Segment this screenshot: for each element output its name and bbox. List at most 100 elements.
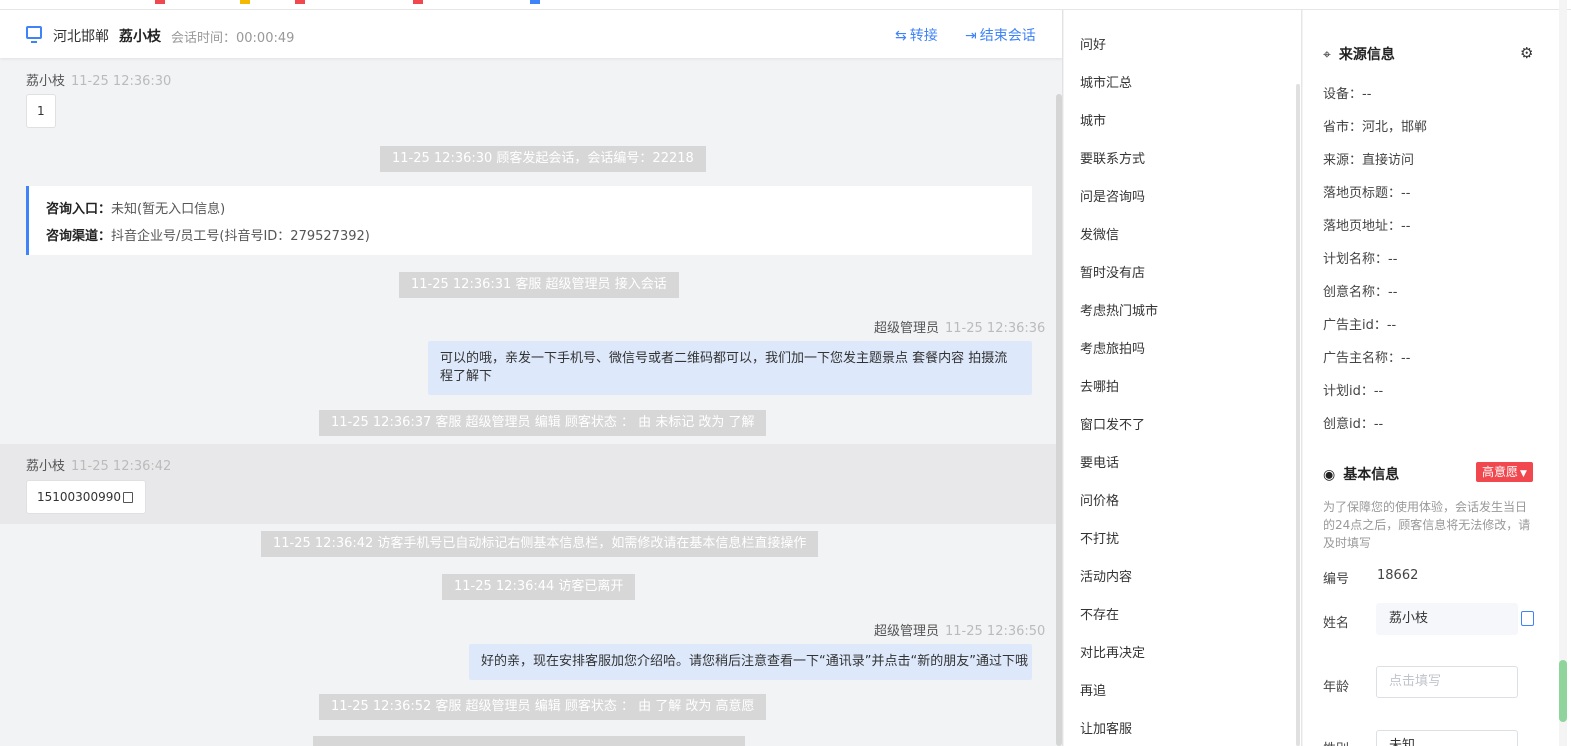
incoming-message: 1 bbox=[26, 94, 56, 128]
monitor-icon bbox=[26, 26, 42, 43]
name-input[interactable]: 荔小枝 bbox=[1376, 603, 1518, 635]
system-message: 11-25 12:36:31 客服 超级管理员 接入会话 bbox=[399, 272, 679, 298]
user-circle-icon: ◉ bbox=[1323, 467, 1336, 483]
entry-label: 咨询入口： bbox=[46, 202, 112, 217]
sender-name: 荔小枝 bbox=[26, 74, 66, 89]
name-label: 姓名 bbox=[1323, 616, 1350, 631]
quick-reply-item[interactable]: 再追 bbox=[1080, 680, 1106, 699]
message-meta: 超级管理员 11-25 12:36:36 bbox=[874, 317, 1045, 336]
message-meta: 荔小枝 11-25 12:36:42 bbox=[26, 455, 171, 474]
source-info-row: 设备：-- bbox=[1323, 87, 1372, 102]
tab-marker-icon bbox=[295, 0, 305, 4]
location-pin-icon: ⌖ bbox=[1323, 47, 1331, 63]
chat-panel: 河北邯郸 荔小枝 会话时间：00:00:49 ⇆ 转接 ⇥ 结束会话 荔小枝 11-2… bbox=[0, 10, 1063, 746]
source-info-row: 计划名称：-- bbox=[1323, 252, 1398, 267]
message-time: 11-25 12:36:42 bbox=[71, 459, 172, 474]
customer-name: 荔小枝 bbox=[119, 29, 161, 45]
system-message: 11-25 12:36:44 访客已离开 bbox=[442, 574, 636, 600]
phone-number: 15100300990 bbox=[37, 490, 121, 504]
message-time: 11-25 12:36:50 bbox=[945, 624, 1046, 639]
app-root: 河北邯郸 荔小枝 会话时间：00:00:49 ⇆ 转接 ⇥ 结束会话 荔小枝 11-2… bbox=[0, 0, 1571, 746]
channel-row: 咨询渠道：抖音企业号/员工号(抖音号ID：279527392) bbox=[46, 225, 370, 244]
gender-select[interactable]: 未知 bbox=[1376, 730, 1518, 746]
message-meta: 超级管理员 11-25 12:36:50 bbox=[874, 620, 1045, 639]
tab-marker-icon bbox=[413, 0, 423, 4]
age-input[interactable]: 点击填写 bbox=[1376, 666, 1518, 698]
basic-info-label: 基本信息 bbox=[1343, 467, 1400, 483]
settings-icon[interactable]: ⚙ bbox=[1520, 44, 1533, 62]
message-meta: 荔小枝 11-25 12:36:30 bbox=[26, 70, 171, 89]
entry-info-card: 咨询入口：未知(暂无入口信息) 咨询渠道：抖音企业号/员工号(抖音号ID：279… bbox=[26, 186, 1032, 255]
quick-reply-item[interactable]: 问是咨询吗 bbox=[1080, 186, 1145, 205]
intent-dropdown[interactable]: 高意愿 ▼ bbox=[1476, 462, 1533, 482]
system-message: 11-25 12:36:30 顾客发起会话，会话编号：22218 bbox=[380, 146, 706, 172]
copy-icon[interactable] bbox=[1521, 611, 1534, 626]
sender-name: 荔小枝 bbox=[26, 459, 66, 474]
exit-icon: ⇥ bbox=[965, 28, 977, 44]
caret-down-icon: ▼ bbox=[1520, 469, 1527, 479]
quick-reply-item[interactable]: 问好 bbox=[1080, 34, 1106, 53]
quick-reply-item[interactable]: 活动内容 bbox=[1080, 566, 1132, 585]
quick-reply-item[interactable]: 要电话 bbox=[1080, 452, 1119, 471]
source-info-row: 广告主id：-- bbox=[1323, 318, 1397, 333]
quick-reply-item[interactable]: 要联系方式 bbox=[1080, 148, 1145, 167]
quick-reply-scrollbar[interactable] bbox=[1296, 84, 1300, 746]
id-label: 编号 bbox=[1323, 572, 1350, 587]
quick-reply-item[interactable]: 暂时没有店 bbox=[1080, 262, 1145, 281]
quick-reply-item[interactable]: 让加客服 bbox=[1080, 718, 1132, 737]
chat-header: 河北邯郸 荔小枝 会话时间：00:00:49 ⇆ 转接 ⇥ 结束会话 bbox=[0, 10, 1062, 58]
info-scroll-track bbox=[1559, 0, 1567, 746]
source-info-row: 创意名称：-- bbox=[1323, 285, 1398, 300]
quick-reply-item[interactable]: 不打扰 bbox=[1080, 528, 1119, 547]
quick-reply-item[interactable]: 考虑旅拍吗 bbox=[1080, 338, 1145, 357]
end-session-label: 结束会话 bbox=[979, 28, 1036, 44]
quick-reply-item[interactable]: 问价格 bbox=[1080, 490, 1119, 509]
info-scrollbar[interactable] bbox=[1559, 660, 1567, 722]
system-message: 11-25 12:36:52 客服 超级管理员 编辑 顾客状态 ： 由 了解 改… bbox=[319, 694, 767, 720]
source-info-row: 广告主名称：-- bbox=[1323, 351, 1411, 366]
id-value: 18662 bbox=[1377, 568, 1419, 583]
customer-info-panel: ⌖ 来源信息 ⚙ 设备：-- 省市：河北，邯郸 来源：直接访问 落地页标题：-- 落地页地… bbox=[1303, 10, 1571, 746]
source-info-label: 来源信息 bbox=[1338, 47, 1395, 63]
quick-reply-item[interactable]: 不存在 bbox=[1080, 604, 1119, 623]
top-strip bbox=[0, 0, 1571, 10]
quick-reply-item[interactable]: 城市汇总 bbox=[1080, 72, 1132, 91]
tab-marker-icon bbox=[240, 0, 250, 4]
name-value: 荔小枝 bbox=[1389, 611, 1429, 626]
sender-name: 超级管理员 bbox=[874, 321, 940, 336]
quick-reply-item[interactable]: 对比再决定 bbox=[1080, 642, 1145, 661]
gender-label: 性别 bbox=[1323, 738, 1349, 746]
tab-marker-icon bbox=[530, 0, 540, 4]
gender-value: 未知 bbox=[1389, 738, 1416, 746]
end-session-button[interactable]: ⇥ 结束会话 bbox=[965, 25, 1036, 45]
source-info-title: ⌖ 来源信息 bbox=[1323, 44, 1395, 64]
copy-icon[interactable] bbox=[122, 492, 133, 503]
quick-reply-item[interactable]: 考虑热门城市 bbox=[1080, 300, 1158, 319]
edit-notice: 为了保障您的使用体验，会话发生当日的24点之后，顾客信息将无法修改，请及时填写 bbox=[1323, 500, 1531, 550]
channel-value: 抖音企业号/员工号(抖音号ID：279527392) bbox=[111, 229, 370, 244]
system-message: 11-25 12:36:37 客服 超级管理员 编辑 顾客状态 ： 由 未标记 … bbox=[319, 410, 767, 436]
outgoing-message: 可以的哦，亲发一下手机号、微信号或者二维码都可以，我们加一下您发主题景点 套餐内… bbox=[428, 341, 1032, 395]
message-time: 11-25 12:36:36 bbox=[945, 321, 1046, 336]
source-info-row: 落地页地址：-- bbox=[1323, 219, 1411, 234]
source-info-row: 来源：直接访问 bbox=[1323, 153, 1415, 168]
message-time: 11-25 12:36:30 bbox=[71, 74, 172, 89]
entry-row: 咨询入口：未知(暂无入口信息) bbox=[46, 198, 225, 217]
basic-info-title: ◉ 基本信息 bbox=[1323, 464, 1399, 484]
quick-reply-item[interactable]: 窗口发不了 bbox=[1080, 414, 1145, 433]
outgoing-message: 好的亲，现在安排客服加您介绍哈。请您稍后注意查看一下“通讯录”并点击“新的朋友”… bbox=[469, 644, 1032, 680]
chat-scrollbar[interactable] bbox=[1056, 94, 1062, 746]
source-info-row: 计划id：-- bbox=[1323, 384, 1384, 399]
source-info-row: 创意id：-- bbox=[1323, 417, 1384, 432]
age-label: 年龄 bbox=[1323, 680, 1350, 695]
quick-reply-item[interactable]: 发微信 bbox=[1080, 224, 1119, 243]
quick-reply-item[interactable]: 城市 bbox=[1080, 110, 1106, 129]
transfer-button[interactable]: ⇆ 转接 bbox=[895, 25, 938, 45]
session-time: 会话时间：00:00:49 bbox=[171, 31, 295, 46]
quick-reply-item[interactable]: 去哪拍 bbox=[1080, 376, 1119, 395]
transfer-icon: ⇆ bbox=[895, 28, 907, 44]
system-message-partial bbox=[313, 736, 745, 746]
system-message: 11-25 12:36:42 访客手机号已自动标记右侧基本信息栏，如需修改请在基… bbox=[261, 531, 819, 557]
intent-value: 高意愿 bbox=[1482, 465, 1519, 479]
entry-value: 未知(暂无入口信息) bbox=[111, 202, 226, 217]
